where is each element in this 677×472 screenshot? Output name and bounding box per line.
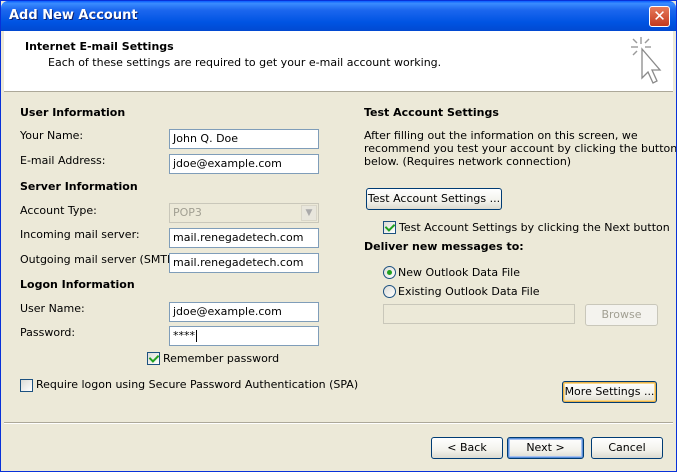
text-caret [196,330,197,342]
new-data-file-radio[interactable] [383,266,396,279]
cursor-sparkle-icon [631,37,662,84]
test-on-next-checkbox[interactable] [383,221,396,234]
spa-checkbox[interactable] [20,379,33,392]
existing-data-file-path [383,304,575,324]
close-button[interactable]: ✕ [649,6,670,27]
logon-info-heading: Logon Information [20,278,135,291]
header-subtitle: Each of these settings are required to g… [48,56,442,69]
back-button[interactable]: < Back [431,437,503,459]
email-address-field[interactable]: jdoe@example.com [169,154,319,174]
your-name-label: Your Name: [20,129,84,142]
browse-button: Browse [585,304,658,326]
user-info-heading: User Information [20,106,126,119]
password-label: Password: [20,326,76,339]
chevron-down-icon: ▼ [301,205,317,221]
password-mask: **** [173,329,195,342]
existing-data-file-label[interactable]: Existing Outlook Data File [398,285,540,298]
user-name-label: User Name: [20,302,85,315]
new-data-file-label[interactable]: New Outlook Data File [398,266,520,279]
title-bar[interactable]: Add New Account ✕ [1,1,676,31]
test-description-line-2: recommend you test your account by click… [364,142,677,155]
footer-divider [4,422,673,424]
existing-data-file-radio[interactable] [383,285,396,298]
user-name-field[interactable]: jdoe@example.com [169,302,319,322]
outgoing-server-field[interactable]: mail.renegadetech.com [169,253,319,273]
next-button[interactable]: Next > [507,437,584,459]
account-type-value: POP3 [173,206,202,219]
account-type-label: Account Type: [20,204,97,217]
add-new-account-dialog: Add New Account ✕ Internet E-mail Settin… [0,0,677,472]
test-description-line-1: After filling out the information on thi… [364,129,638,142]
incoming-server-label: Incoming mail server: [20,228,140,241]
outgoing-server-label: Outgoing mail server (SMTP): [20,253,182,266]
email-address-label: E-mail Address: [20,154,106,167]
incoming-server-field[interactable]: mail.renegadetech.com [169,228,319,248]
more-settings-button[interactable]: More Settings ... [562,381,657,403]
account-type-select: POP3 ▼ [169,203,319,223]
your-name-field[interactable]: John Q. Doe [169,129,319,149]
header-title: Internet E-mail Settings [25,40,174,53]
test-description-line-3: below. (Requires network connection) [364,155,572,168]
test-settings-heading: Test Account Settings [364,106,499,119]
test-account-settings-button[interactable]: Test Account Settings ... [366,188,502,210]
remember-password-checkbox[interactable] [147,352,160,365]
header-panel: Internet E-mail Settings Each of these s… [4,31,673,92]
close-icon: ✕ [653,7,666,25]
window-title: Add New Account [9,8,138,23]
cancel-button[interactable]: Cancel [591,437,663,459]
server-info-heading: Server Information [20,180,138,193]
remember-password-label[interactable]: Remember password [163,352,279,365]
password-field[interactable]: **** [169,326,319,346]
deliver-heading: Deliver new messages to: [364,240,524,253]
spa-label[interactable]: Require logon using Secure Password Auth… [36,378,358,391]
test-on-next-label[interactable]: Test Account Settings by clicking the Ne… [399,221,670,234]
